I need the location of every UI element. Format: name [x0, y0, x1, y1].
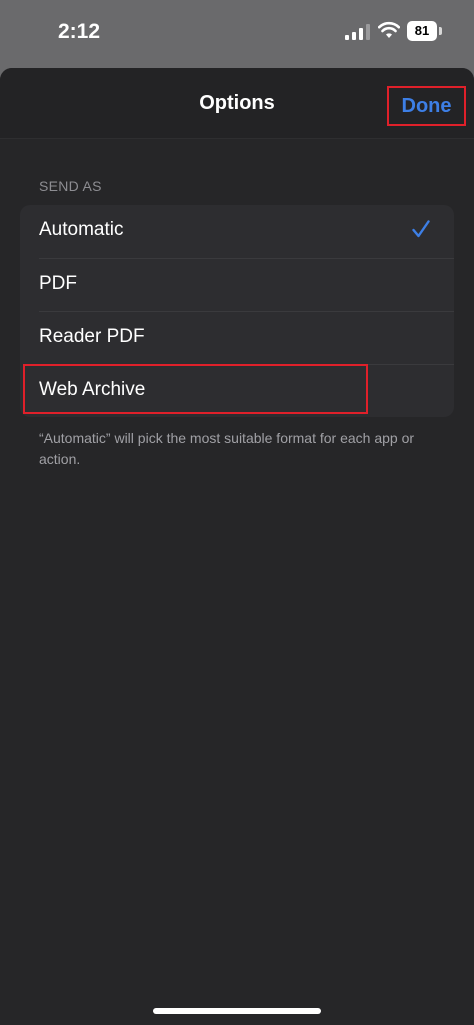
option-automatic[interactable]: Automatic: [20, 205, 454, 258]
footer-note: “Automatic” will pick the most suitable …: [39, 430, 415, 467]
navigation-bar: Options Done: [0, 68, 474, 139]
status-time: 2:12: [58, 20, 101, 43]
option-label: Reader PDF: [39, 326, 145, 347]
options-sheet: Options Done SEND AS Automatic PDF Reade…: [0, 68, 474, 1025]
option-label: PDF: [39, 273, 77, 294]
option-label: Automatic: [39, 219, 124, 240]
home-indicator: [153, 1008, 321, 1014]
battery-icon: 81: [407, 21, 437, 41]
option-pdf[interactable]: PDF: [39, 258, 454, 311]
battery-tip: [439, 27, 442, 35]
checkmark-icon: [412, 220, 430, 238]
done-button[interactable]: Done: [387, 86, 466, 126]
status-bar: 2:12 81: [0, 0, 474, 64]
wifi-icon: [378, 21, 400, 38]
section-header-send-as: SEND AS: [39, 178, 102, 194]
cellular-signal-icon: [345, 24, 370, 40]
option-reader-pdf[interactable]: Reader PDF: [39, 311, 454, 364]
web-archive-highlight-box: [23, 364, 368, 414]
